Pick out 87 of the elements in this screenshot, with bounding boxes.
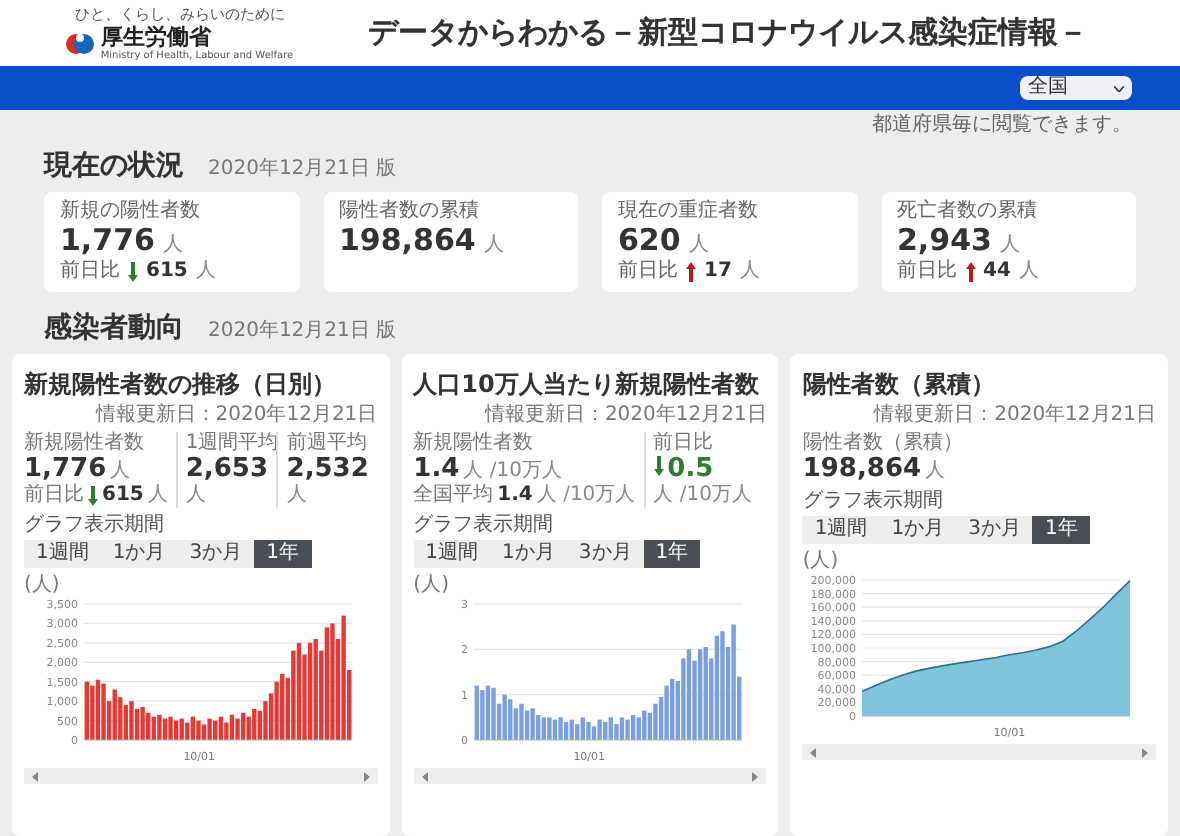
chart-scrollbar[interactable] [802,744,1157,760]
section-date: 2020年12月21日 版 [208,156,397,184]
average-value: 1.4 [497,484,533,506]
scroll-left-icon[interactable] [421,771,428,781]
stat-unit: 人 [483,232,504,260]
change-unit: 人 [195,260,216,282]
stat-label: 陽性者数（累積） [802,432,963,454]
range-tab[interactable]: 1か月 [490,540,567,568]
stat-unit: 人 [999,232,1020,260]
range-tab[interactable]: 1年 [254,540,311,568]
range-tab[interactable]: 1週間 [24,540,101,568]
change-label: 前日比 [24,484,84,506]
panel-title: 人口10万人当たり新規陽性者数 [413,370,761,398]
logo-icon [66,29,95,57]
change-unit: 人 [739,260,760,282]
scroll-right-icon[interactable] [1142,747,1149,757]
stat-unit: 人 [110,460,131,484]
page-title: データからわかる－新型コロナウイルス感染症情報－ [368,12,1088,55]
stat-value: 2,943 [897,222,992,258]
section-title: 現在の状況 [44,148,184,186]
stat-unit: 人 [185,484,206,508]
change-label: 前日比 [60,260,120,282]
stat-unit: 人 /10万人 [653,484,752,508]
average-label: 全国平均 [413,484,494,506]
stat-value: 1,776 [60,222,155,258]
stat-label: 現在の重症者数 [618,200,760,222]
change-unit: 人 [147,484,168,506]
stat-label: 陽性者数の累積 [339,200,481,222]
chart-scrollbar[interactable] [24,768,378,784]
change-value: 17 [704,260,732,282]
stat-value: 198,864 [802,454,922,484]
chart-scrollbar[interactable] [413,768,767,784]
section-date: 2020年12月21日 版 [208,318,397,346]
update-date: 情報更新日：2020年12月21日 [95,404,378,426]
stat-value: 2,653 [185,454,268,484]
stat-unit: 人 [688,232,709,260]
stat-value: 1.4 [413,454,460,484]
range-label: グラフ表示期間 [24,514,164,538]
stat-unit: 人 [925,460,946,484]
range-label: グラフ表示期間 [413,514,554,538]
change-value: 615 [146,260,188,282]
region-note: 都道府県毎に閲覧できます。 [872,114,1132,138]
stat-unit: 人 /10万人 [463,460,562,484]
update-date: 情報更新日：2020年12月21日 [874,404,1157,426]
stat-label: 前日比 [653,432,716,454]
stat-label: 新規陽性者数 [24,432,146,454]
panel-title: 陽性者数（累積） [802,370,997,398]
range-label: グラフ表示期間 [802,490,943,514]
scroll-left-icon[interactable] [810,747,817,757]
stat-value: 2,532 [286,454,369,484]
panel-title: 新規陽性者数の推移（日別） [24,370,338,398]
stat-label: 死亡者数の累積 [897,200,1039,222]
axis-unit: (人) [413,574,451,596]
change-value: 44 [983,260,1011,282]
change-unit: 人 [1018,260,1039,282]
stat-value: 1,776 [24,454,107,484]
range-tab[interactable]: 3か月 [177,540,255,568]
range-tab[interactable]: 1か月 [879,516,957,544]
stat-value: 620 [618,222,681,258]
change-label: 前日比 [618,260,678,282]
logo-text: 厚生労働省 [100,25,213,49]
stat-unit: 人 [286,484,307,508]
range-tab[interactable]: 1週間 [413,540,491,568]
section-title: 感染者動向 [44,309,184,348]
change-value: 615 [102,484,144,506]
stat-unit: 人 [162,232,183,260]
scroll-right-icon[interactable] [363,771,370,781]
axis-unit: (人) [802,550,841,572]
range-tab[interactable]: 3か月 [956,516,1033,544]
range-tab[interactable]: 1年 [1032,516,1090,544]
stat-label: 新規陽性者数 [413,432,536,454]
axis-unit: (人) [24,574,62,596]
region-select[interactable]: 全国 [1020,76,1132,100]
stat-label: 前週平均 [286,432,369,454]
stat-value: 198,864 [339,222,476,258]
average-unit: 人 /10万人 [536,484,636,506]
scroll-right-icon[interactable] [752,771,759,781]
change-label: 前日比 [897,260,957,282]
stat-label: 新規の陽性者数 [60,200,202,222]
range-tab[interactable]: 1週間 [802,516,880,544]
scroll-left-icon[interactable] [32,771,38,781]
range-tab[interactable]: 3か月 [566,540,644,568]
range-tab[interactable]: 1か月 [100,540,178,568]
stat-value: 0.5 [667,454,714,484]
update-date: 情報更新日：2020年12月21日 [484,404,767,426]
chevron-down-icon [1114,85,1124,91]
range-tab[interactable]: 1年 [643,540,701,568]
